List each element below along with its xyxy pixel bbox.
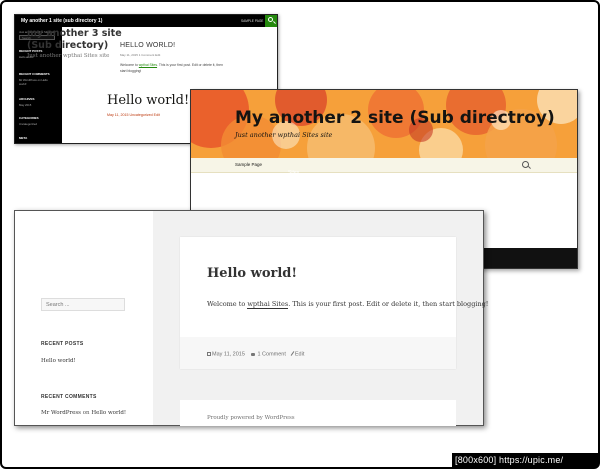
site3-comment-author[interactable]: Mr WordPress (41, 410, 81, 416)
site1-widget-heading: META (19, 136, 28, 140)
site1-title[interactable]: My another 1 site (sub directory 1) (21, 18, 102, 24)
site1-widget-heading: CATEGORIES (19, 116, 39, 120)
site1-widget-item[interactable]: world! (19, 82, 26, 86)
calendar-icon (207, 352, 211, 356)
site3-post-edit[interactable]: Edit (295, 352, 304, 358)
site3-comment-post-link[interactable]: Hello world! (91, 410, 126, 416)
site3-body-text: Welcome to (207, 300, 248, 308)
site3-recent-post-link[interactable]: Hello world! (41, 358, 76, 364)
site3-search-placeholder: Search ... (46, 302, 70, 308)
comment-icon (250, 353, 255, 356)
site3-title[interactable]: my another 3 site (Sub directory) (27, 28, 137, 52)
site3-recent-posts-heading: RECENT POSTS (41, 341, 84, 347)
site2-title[interactable]: My another 2 site (Sub directroy) (235, 108, 555, 128)
site3-tagline: Just another wpthai Sites site (27, 53, 110, 59)
site1-search-button[interactable] (265, 15, 277, 27)
site3-search-input[interactable]: Search ... (41, 298, 125, 311)
site2-footer-text[interactable]: Sites (288, 170, 299, 176)
site1-widget-heading: ARCHIVES (19, 97, 35, 101)
site2-post-meta[interactable]: May 11, 2015 Uncategorized Edit (107, 113, 160, 117)
site3-post-title[interactable]: Hello world! (207, 266, 297, 281)
search-icon (268, 17, 273, 22)
site3-footer-text[interactable]: Proudly powered by WordPress (207, 415, 295, 421)
site2-nav-sample-page[interactable]: Sample Page (235, 162, 262, 167)
site3-comment-on: on (82, 410, 90, 416)
site3-body-text: . This is your first post. Edit or delet… (288, 300, 489, 308)
site1-post-meta[interactable]: May 11, 2015 1 Comment Edit (120, 53, 160, 57)
site3-post-comments[interactable]: 1 Comment (257, 352, 285, 358)
search-icon[interactable] (522, 161, 529, 168)
site1-body-link[interactable]: wpthai Sites (139, 63, 157, 67)
site1-widget-heading: RECENT COMMENTS (19, 72, 50, 76)
site3-footer-card (180, 400, 456, 426)
site3-post-meta: May 11, 2015 1 Comment Edit (207, 351, 304, 358)
site3-recent-comment: Mr WordPress on Hello world! (41, 410, 126, 416)
site1-body-text: Welcome to (120, 63, 139, 67)
site2-post-title[interactable]: Hello world! (107, 93, 189, 108)
site1-widget-item[interactable]: May 2015 (19, 103, 31, 107)
site1-post-body: Welcome to wpthai Sites. This is your fi… (120, 63, 230, 74)
site3-recent-comments-heading: RECENT COMMENTS (41, 394, 97, 400)
edit-icon (290, 351, 295, 356)
site3-post-body: Welcome to wpthai Sites. This is your fi… (207, 300, 489, 309)
site3-post-date[interactable]: May 11, 2015 (212, 352, 245, 358)
site2-tagline: Just another wpthai Sites site (235, 131, 333, 139)
site1-widget-item[interactable]: Uncategorized (19, 122, 37, 126)
watermark-text: [800x600] https://upic.me/ (455, 455, 564, 465)
site3-body-link[interactable]: wpthai Sites (247, 300, 289, 309)
site2-navbar: Sample Page (191, 158, 577, 173)
site1-nav-sample-page[interactable]: SAMPLE PAGE (241, 19, 263, 23)
